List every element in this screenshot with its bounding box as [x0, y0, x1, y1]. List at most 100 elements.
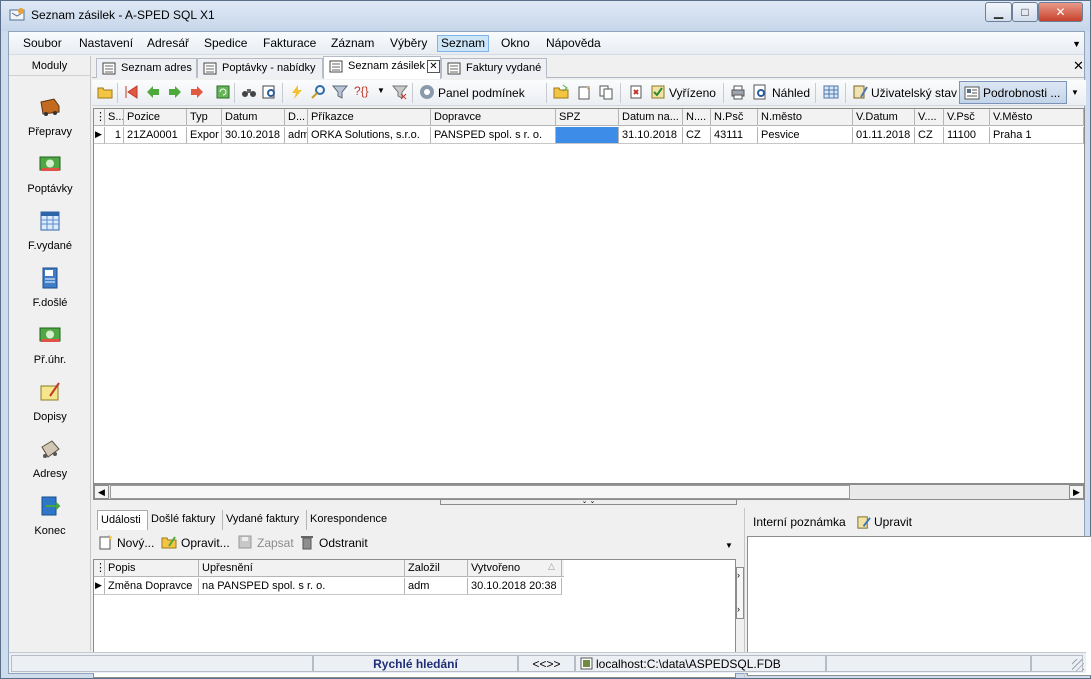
binoculars-icon[interactable] — [241, 84, 257, 100]
selected-cell[interactable] — [556, 127, 619, 144]
print-icon[interactable] — [730, 84, 746, 100]
column-header[interactable]: S... — [105, 109, 124, 126]
cell[interactable]: 30.10.2018 — [222, 127, 285, 144]
column-header[interactable]: Typ — [187, 109, 222, 126]
column-header[interactable]: Upřesnění — [199, 560, 405, 577]
module-adresy[interactable]: Adresy — [9, 437, 91, 480]
column-chooser-icon[interactable]: ⋮ — [94, 109, 105, 126]
delete-record-icon[interactable] — [628, 84, 644, 100]
navigation-status[interactable]: <<>> — [518, 655, 575, 672]
next-record-icon[interactable] — [167, 84, 183, 100]
column-header[interactable]: Dopravce — [431, 109, 556, 126]
column-header[interactable]: Založil — [405, 560, 468, 577]
module-dopisy[interactable]: Dopisy — [9, 380, 91, 423]
column-header[interactable]: V.Datum — [853, 109, 915, 126]
scroll-thumb[interactable] — [110, 485, 850, 499]
done-icon[interactable] — [650, 84, 666, 100]
edit-note-button[interactable]: Upravit — [874, 515, 912, 529]
module-poptavky[interactable]: Poptávky — [9, 152, 91, 195]
menu-nastaveni[interactable]: Nastavení — [75, 35, 137, 52]
tab-poptavky-nabidky[interactable]: Poptávky - nabídky — [197, 58, 323, 78]
scroll-left-icon[interactable]: ◀ — [94, 485, 109, 499]
column-header[interactable]: V.... — [915, 109, 944, 126]
tab-seznam-zasilek[interactable]: Seznam zásilek — [323, 56, 441, 79]
quick-search-status[interactable]: Rychlé hledání — [313, 655, 518, 672]
tab-vydane-faktury[interactable]: Vydané faktury — [223, 510, 307, 530]
delete-button[interactable]: Odstranit — [319, 536, 368, 550]
new-button[interactable]: Nový... — [117, 536, 154, 550]
grid-layout-icon[interactable] — [823, 84, 839, 100]
module-konec[interactable]: Konec — [9, 494, 91, 537]
condition-panel-icon[interactable] — [419, 84, 435, 100]
column-header[interactable]: V.Město — [990, 109, 1084, 126]
cell[interactable]: 30.10.2018 20:38 — [468, 578, 562, 595]
preview-icon[interactable] — [752, 84, 768, 100]
condition-panel-button[interactable]: Panel podmínek — [438, 86, 525, 100]
edit-note-icon[interactable] — [856, 515, 871, 530]
open-record-icon[interactable] — [553, 84, 569, 100]
menu-spedice[interactable]: Spedice — [200, 35, 251, 52]
menu-soubor[interactable]: Soubor — [19, 35, 66, 52]
tab-close-icon[interactable]: ✕ — [427, 60, 440, 73]
table-row[interactable]: ▶ Změna Dopravce na PANSPED spol. s r. o… — [94, 578, 564, 595]
pane-collapse-arrows[interactable]: › › — [736, 567, 744, 619]
menu-napoveda[interactable]: Nápověda — [542, 35, 605, 52]
cell[interactable]: PANSPED spol. s r. o. — [431, 127, 556, 144]
filter-icon[interactable] — [332, 84, 348, 100]
preview-button[interactable]: Náhled — [772, 86, 810, 100]
cell[interactable]: 1 — [105, 127, 124, 144]
maximize-icon[interactable]: □ — [1012, 2, 1038, 22]
chevron-right-icon[interactable]: › — [737, 570, 740, 580]
menu-overflow-icon[interactable]: ▼ — [1072, 39, 1081, 49]
last-record-icon[interactable] — [189, 84, 205, 100]
copy-icon[interactable] — [598, 84, 614, 100]
column-header[interactable]: N.... — [683, 109, 711, 126]
user-state-button[interactable]: Uživatelský stav — [871, 86, 957, 100]
chevron-right-icon[interactable]: › — [737, 604, 740, 614]
tab-korespondence[interactable]: Korespondence — [307, 510, 392, 530]
menu-seznam[interactable]: Seznam — [437, 35, 490, 52]
cell[interactable]: CZ — [683, 127, 711, 144]
cell[interactable]: 11100 — [944, 127, 990, 144]
column-header[interactable]: Pozice — [124, 109, 187, 126]
refresh-icon[interactable] — [215, 84, 231, 100]
module-prijate-uhrady[interactable]: Př.úhr. — [9, 323, 91, 366]
module-faktury-dosle[interactable]: F.došlé — [9, 266, 91, 309]
close-all-tabs-icon[interactable]: ✕ — [1072, 59, 1085, 73]
menu-zaznam[interactable]: Záznam — [327, 35, 378, 52]
first-record-icon[interactable] — [123, 84, 139, 100]
toolbar-overflow-icon[interactable]: ▼ — [1071, 88, 1087, 104]
column-header[interactable]: Datum na... — [619, 109, 683, 126]
user-state-icon[interactable] — [852, 84, 868, 100]
column-chooser-icon[interactable]: ⋮ — [94, 560, 105, 577]
new-document-icon[interactable] — [576, 84, 592, 100]
open-folder-icon[interactable] — [97, 84, 113, 100]
tab-faktury-vydane[interactable]: Faktury vydané — [441, 58, 547, 78]
edit-icon[interactable] — [161, 534, 177, 550]
cell[interactable]: ORKA Solutions, s.r.o. — [308, 127, 431, 144]
cell[interactable]: adm — [285, 127, 308, 144]
cell[interactable]: 43111 — [711, 127, 758, 144]
menu-fakturace[interactable]: Fakturace — [259, 35, 320, 52]
dropdown-arrow-icon[interactable]: ▼ — [377, 86, 393, 102]
cell[interactable]: 31.10.2018 — [619, 127, 683, 144]
details-button[interactable]: Podrobnosti ... — [959, 81, 1067, 104]
find-icon[interactable] — [262, 84, 278, 100]
edit-button[interactable]: Opravit... — [181, 536, 230, 550]
scroll-right-icon[interactable]: ▶ — [1069, 485, 1084, 499]
minimize-icon[interactable]: ▁ — [985, 2, 1012, 22]
module-faktury-vydane[interactable]: F.vydané — [9, 209, 91, 252]
column-header[interactable]: N.město — [758, 109, 853, 126]
column-header[interactable]: Datum — [222, 109, 285, 126]
menu-vybery[interactable]: Výběry — [386, 35, 431, 52]
previous-record-icon[interactable] — [145, 84, 161, 100]
new-icon[interactable] — [97, 534, 113, 550]
cell[interactable]: CZ — [915, 127, 944, 144]
close-icon[interactable]: ✕ — [1038, 2, 1083, 22]
events-toolbar-overflow-icon[interactable]: ▼ — [725, 541, 733, 550]
column-header[interactable]: N.Psč — [711, 109, 758, 126]
cell[interactable]: na PANSPED spol. s r. o. — [199, 578, 405, 595]
cell[interactable]: 01.11.2018 — [853, 127, 915, 144]
column-header[interactable]: D... — [285, 109, 308, 126]
cell[interactable]: 21ZA0001 — [124, 127, 187, 144]
